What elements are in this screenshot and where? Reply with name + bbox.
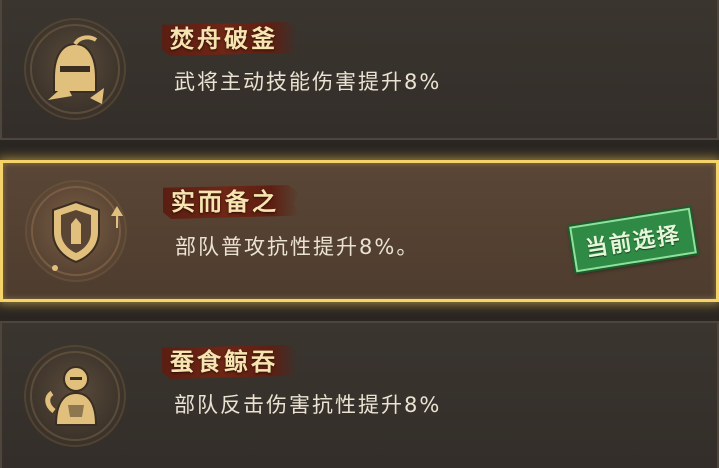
talent-medallion — [24, 18, 126, 120]
talent-description: 武将主动技能伤害提升8% — [174, 70, 442, 94]
talent-title-ribbon: 蚕食鲸吞 — [162, 345, 298, 379]
talent-description: 部队普攻抗性提升8%。 — [175, 235, 420, 259]
armored-warrior-icon — [30, 350, 120, 441]
talent-title: 蚕食鲸吞 — [170, 348, 278, 376]
talent-title-ribbon: 焚舟破釜 — [162, 22, 298, 56]
talent-description: 部队反击伤害抗性提升8% — [174, 393, 442, 417]
current-selection-badge: 当前选择 — [569, 207, 697, 273]
talent-card-1[interactable]: 焚舟破釜 武将主动技能伤害提升8% — [0, 0, 719, 140]
helmet-icon — [30, 24, 120, 114]
talent-medallion — [25, 180, 127, 282]
talent-title-ribbon: 实而备之 — [163, 185, 299, 219]
shield-icon — [31, 186, 123, 276]
current-selection-label: 当前选择 — [584, 222, 683, 263]
talent-title: 实而备之 — [171, 188, 279, 216]
talent-card-2[interactable]: 实而备之 部队普攻抗性提升8%。 当前选择 — [0, 160, 719, 302]
talent-medallion — [24, 344, 126, 447]
talent-card-3[interactable]: 蚕食鲸吞 部队反击伤害抗性提升8% — [0, 321, 719, 468]
talent-title: 焚舟破釜 — [170, 25, 278, 53]
